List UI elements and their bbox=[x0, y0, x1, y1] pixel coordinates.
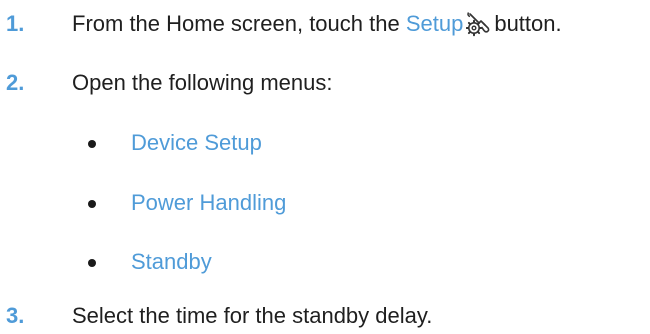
menu-link-device-setup[interactable]: Device Setup bbox=[131, 129, 262, 157]
bullet-dot bbox=[88, 259, 96, 267]
step-2: 2. Open the following menus: bbox=[0, 69, 650, 97]
menu-item-standby: Standby bbox=[0, 248, 650, 276]
menu-link-power-handling[interactable]: Power Handling bbox=[131, 189, 286, 217]
step-1: 1. From the Home screen, touch the Setup bbox=[0, 10, 650, 38]
step-number: 1. bbox=[6, 11, 25, 36]
menu-item-power-handling: Power Handling bbox=[0, 189, 650, 217]
bullet-dot bbox=[88, 140, 96, 148]
bullet-dot bbox=[88, 200, 96, 208]
step-text-suffix: button. bbox=[494, 11, 562, 36]
step-3: 3. Select the time for the standby delay… bbox=[0, 302, 650, 330]
step-text: Select the time for the standby delay. bbox=[72, 303, 433, 328]
menu-link-standby[interactable]: Standby bbox=[131, 248, 212, 276]
step-text-prefix: From the Home screen, touch the bbox=[72, 11, 406, 36]
step-number: 2. bbox=[6, 70, 25, 95]
step-number: 3. bbox=[6, 303, 25, 328]
menu-item-device-setup: Device Setup bbox=[0, 129, 650, 157]
step-text: Open the following menus: bbox=[72, 70, 333, 95]
setup-wrench-gear-icon bbox=[466, 12, 490, 37]
setup-menu-link[interactable]: Setup bbox=[406, 11, 464, 36]
step-text: From the Home screen, touch the Setup bu… bbox=[72, 10, 562, 38]
